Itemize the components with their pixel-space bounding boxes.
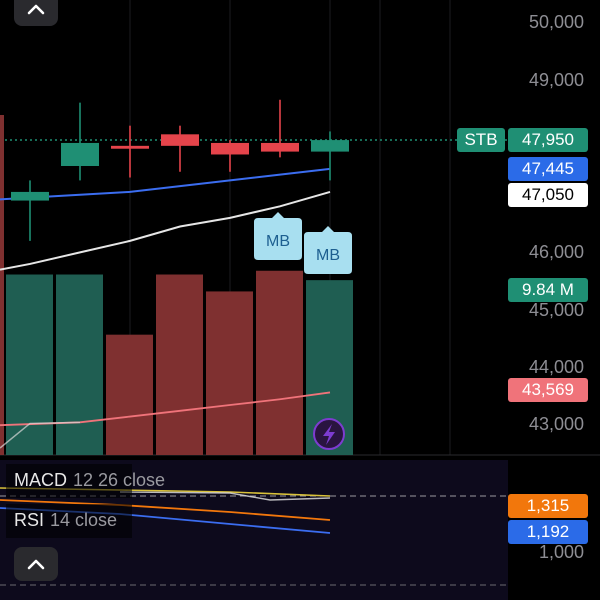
marker-mb[interactable]: MB [254, 212, 302, 260]
macd-name: MACD [14, 470, 67, 490]
rsi-label[interactable]: RSI 14 close [14, 510, 117, 531]
price-tick-label: 50,000 [529, 12, 584, 32]
volume-bar[interactable] [106, 334, 153, 455]
volume-bar[interactable] [256, 270, 303, 455]
macd-signal-tag: 1,192 [508, 520, 588, 544]
volume-bar[interactable] [206, 291, 253, 455]
chart-stage[interactable]: MB MB 50,000 49,000 46,000 45,000 44,000 43,00… [0, 0, 600, 600]
candle-body[interactable] [161, 134, 199, 146]
candle-body[interactable] [211, 142, 249, 155]
last-price-tag: 47,950 [508, 128, 588, 152]
ma-blue-tag: 47,445 [508, 157, 588, 181]
macd-value-tag: 1,315 [508, 494, 588, 518]
price-tick-label: 46,000 [529, 242, 584, 262]
candle-body[interactable] [111, 145, 149, 149]
price-tick-label: 43,000 [529, 414, 584, 434]
price-tick-label: 44,000 [529, 357, 584, 377]
chevron-up-icon [27, 4, 45, 15]
volume-bar[interactable] [56, 274, 103, 455]
macd-label[interactable]: MACD 12 26 close [14, 470, 165, 491]
marker-mb[interactable]: MB [304, 226, 352, 274]
rsi-name: RSI [14, 510, 45, 530]
sub-tick-label: 1,000 [539, 542, 584, 562]
candle-body[interactable] [311, 140, 349, 152]
macd-params: 12 26 close [73, 470, 166, 490]
price-tick-label: 49,000 [529, 70, 584, 90]
candle-body[interactable] [61, 142, 99, 166]
volume-bar[interactable] [6, 274, 53, 455]
price-tick-label: 45,000 [529, 300, 584, 320]
edge-bar [0, 115, 4, 455]
collapse-top-button[interactable] [14, 0, 58, 26]
candle-body[interactable] [11, 191, 49, 201]
candle-body[interactable] [261, 142, 299, 152]
marker-label: MB [266, 233, 290, 250]
volume-ma-tag: 43,569 [508, 378, 588, 402]
marker-label: MB [316, 247, 340, 264]
volume-tag: 9.84 M [508, 278, 588, 302]
ma-white-tag: 47,050 [508, 183, 588, 207]
rsi-params: 14 close [50, 510, 118, 530]
collapse-bottom-button[interactable] [14, 547, 58, 581]
lightning-icon[interactable] [313, 418, 345, 450]
chevron-up-icon [27, 559, 45, 570]
volume-bar[interactable] [156, 274, 203, 455]
symbol-tag: STB [457, 128, 505, 152]
